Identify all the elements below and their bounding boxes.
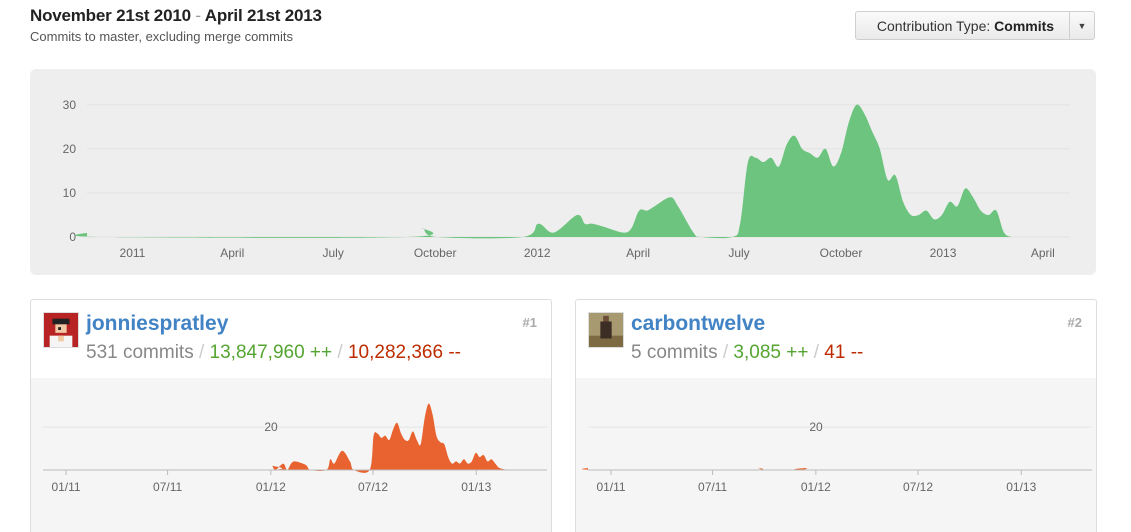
x-tick-label: 01/11: [51, 480, 80, 494]
contribution-type-label: Contribution Type: Commits: [856, 18, 1069, 34]
x-tick-label: 2012: [524, 246, 551, 260]
contributor-card-1: jonniespratley #1 531 commits / 13,847,9…: [30, 299, 552, 532]
x-tick-label: 07/12: [358, 480, 388, 494]
avatar-pixel-image: [44, 313, 78, 347]
x-tick-label: 07/12: [903, 480, 933, 494]
y-axis: 20: [588, 420, 1092, 434]
contributor-chart[interactable]: 20 01/11 07/11 01/12 07/12 01/13: [31, 378, 551, 532]
contributor-chart-svg: 20 01/11 07/11 01/12 07/12 01/13: [581, 420, 1092, 494]
contributor-chart[interactable]: 20 01/11 07/11 01/12 07/12 01/13: [576, 378, 1096, 532]
contributor-username-link[interactable]: carbontwelve: [631, 312, 765, 336]
x-tick-label: 01/12: [256, 480, 286, 494]
additions-count: 3,085 ++: [733, 342, 809, 363]
x-tick-label: July: [322, 246, 343, 260]
contributor-username-link[interactable]: jonniespratley: [86, 312, 228, 336]
avatar-photo-image: [589, 313, 623, 347]
contributor-card-2: carbontwelve #2 5 commits / 3,085 ++ / 4…: [575, 299, 1097, 532]
additions-count: 13,847,960 ++: [209, 342, 333, 363]
x-tick-label: 2011: [120, 246, 146, 260]
x-tick-label: April: [220, 246, 244, 260]
graph-subtitle: Commits to master, excluding merge commi…: [30, 29, 293, 44]
commit-count: 531 commits: [86, 342, 194, 363]
contributor-rank: #2: [1067, 315, 1082, 330]
y-tick-label: 20: [264, 420, 278, 434]
date-range: November 21st 2010 - April 21st 2013: [30, 6, 322, 26]
x-tick-label: 01/13: [461, 480, 491, 494]
x-tick-label: April: [1031, 246, 1055, 260]
x-tick-label: 01/12: [801, 480, 831, 494]
contribution-type-dropdown[interactable]: Contribution Type: Commits ▼: [855, 11, 1095, 40]
range-start: November 21st 2010: [30, 6, 191, 25]
y-tick-label: 20: [63, 142, 77, 156]
range-end: April 21st 2013: [204, 6, 322, 25]
x-tick-label: 07/11: [698, 480, 727, 494]
stats-divider: /: [813, 342, 820, 363]
stats-divider: /: [198, 342, 205, 363]
contributor-rank: #1: [522, 315, 537, 330]
avatar[interactable]: [43, 312, 79, 348]
graph-header: November 21st 2010 - April 21st 2013 Com…: [30, 6, 322, 44]
x-tick-label: April: [626, 246, 650, 260]
y-tick-label: 20: [809, 420, 823, 434]
commit-count: 5 commits: [631, 342, 718, 363]
caret-down-icon[interactable]: ▼: [1069, 12, 1094, 39]
deletions-count: 41 --: [824, 342, 864, 363]
x-tick-label: 2013: [930, 246, 957, 260]
range-separator: -: [195, 6, 201, 25]
x-axis: 01/11 07/11 01/12 07/12 01/13: [588, 469, 1092, 494]
y-tick-label: 10: [63, 186, 77, 200]
deletions-count: 10,282,366 --: [347, 342, 461, 363]
x-tick-label: July: [728, 246, 749, 260]
x-axis: 01/11 07/11 01/12 07/12 01/13: [43, 469, 547, 494]
x-tick-label: 07/11: [153, 480, 182, 494]
y-tick-label: 0: [69, 230, 76, 244]
x-tick-label: 01/11: [596, 480, 625, 494]
x-tick-label: 01/13: [1006, 480, 1036, 494]
contribution-type-prefix: Contribution Type:: [876, 17, 991, 34]
x-tick-label: October: [820, 246, 863, 260]
y-axis: 20: [43, 420, 547, 434]
x-axis: 2011 April July October 2012 April July October…: [120, 246, 1055, 260]
contributor-chart-svg: 20 01/11 07/11 01/12 07/12 01/13: [43, 403, 547, 494]
contributions-chart[interactable]: 0 10 20 30 2011 April July October 2012 April July…: [30, 69, 1096, 275]
x-tick-label: October: [414, 246, 457, 260]
y-tick-label: 30: [63, 98, 77, 112]
commits-area: [74, 104, 1012, 239]
stats-divider: /: [722, 342, 729, 363]
contributions-chart-svg: 0 10 20 30 2011 April July October 2012 April July…: [63, 98, 1070, 260]
contributor-stats: 531 commits / 13,847,960 ++ / 10,282,366…: [86, 342, 461, 364]
avatar[interactable]: [588, 312, 624, 348]
commits-area: [43, 403, 508, 473]
stats-divider: /: [337, 342, 343, 363]
contributor-stats: 5 commits / 3,085 ++ / 41 --: [631, 342, 863, 364]
contribution-type-value: Commits: [994, 17, 1055, 34]
